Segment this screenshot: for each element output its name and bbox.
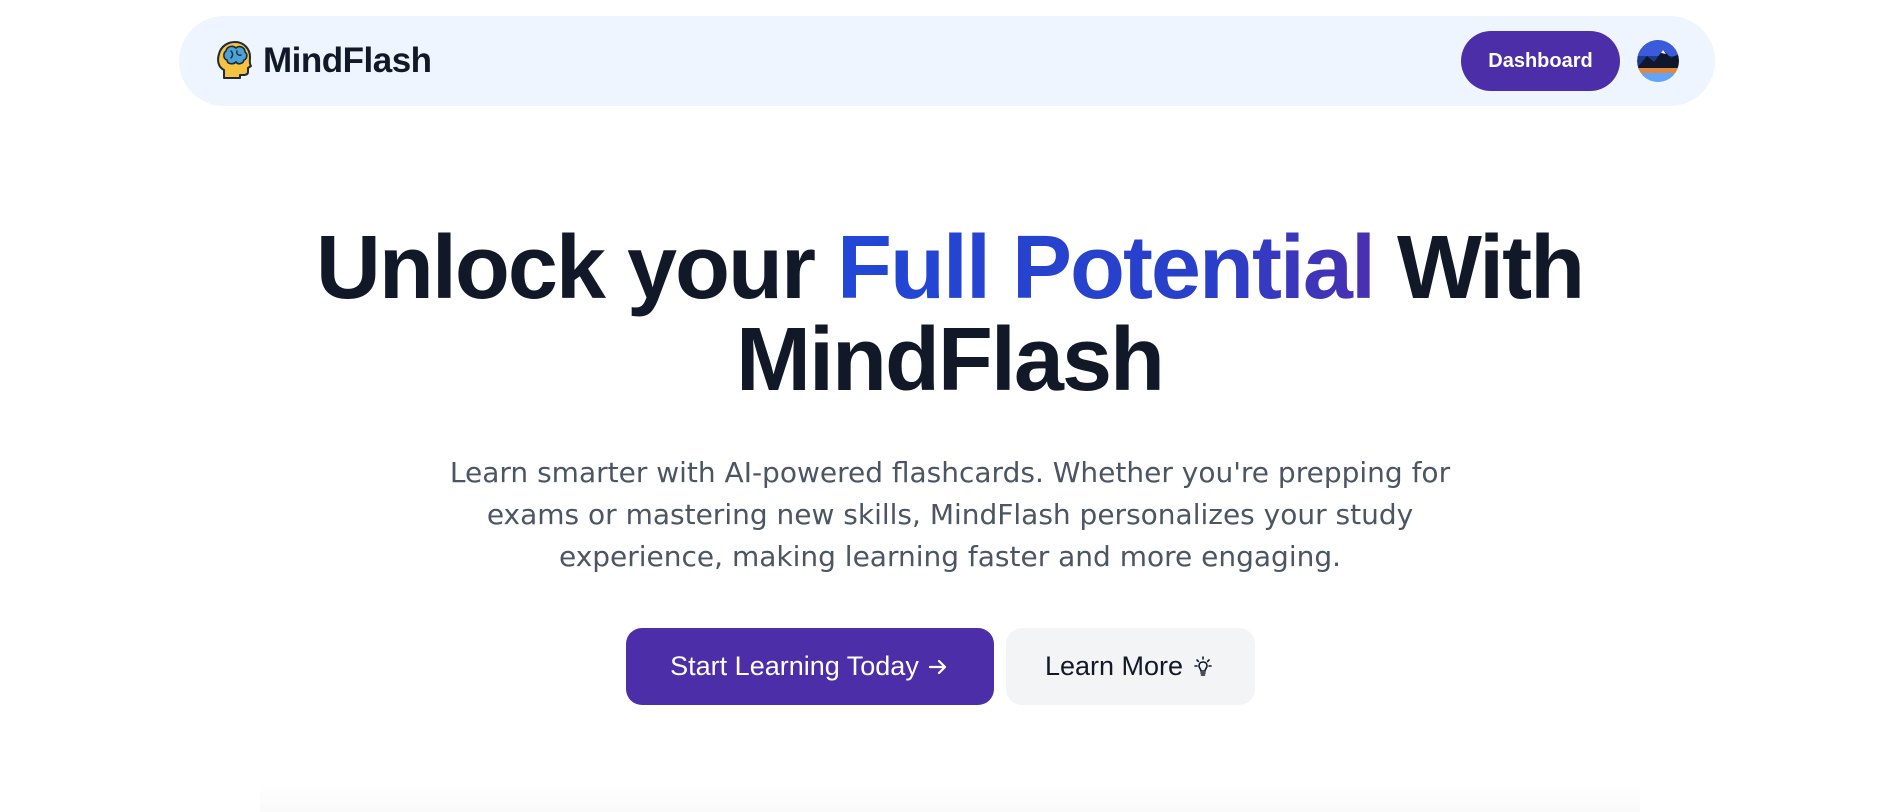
- brand-link[interactable]: MindFlash: [215, 16, 432, 106]
- hero-title: Unlock your Full Potential With MindFlas…: [0, 222, 1899, 406]
- hero-title-part2: With: [1374, 218, 1585, 318]
- learn-more-button[interactable]: Learn More: [1005, 628, 1255, 705]
- navbar: MindFlash Dashboard: [179, 16, 1715, 106]
- section-divider: [260, 780, 1640, 812]
- brand-name: MindFlash: [263, 41, 432, 80]
- lightbulb-icon: [1191, 655, 1215, 679]
- landing-page: MindFlash Dashboard Unlock your Full Pot…: [0, 0, 1899, 812]
- start-learning-button[interactable]: Start Learning Today: [625, 628, 994, 705]
- hero-subtitle: Learn smarter with AI-powered flashcards…: [449, 456, 1451, 573]
- start-learning-label: Start Learning Today: [670, 651, 919, 681]
- dashboard-button[interactable]: Dashboard: [1461, 31, 1620, 91]
- brain-head-icon: [217, 41, 252, 79]
- cta-row: Start Learning Today Learn More: [0, 628, 1899, 705]
- hero-title-part1: Unlock your: [315, 218, 837, 318]
- hero-title-highlight: Full Potential: [836, 218, 1376, 318]
- arrow-right-icon: [927, 656, 949, 678]
- user-avatar-icon[interactable]: [1637, 40, 1679, 82]
- learn-more-label: Learn More: [1044, 651, 1184, 681]
- hero-title-line2: MindFlash: [736, 310, 1165, 410]
